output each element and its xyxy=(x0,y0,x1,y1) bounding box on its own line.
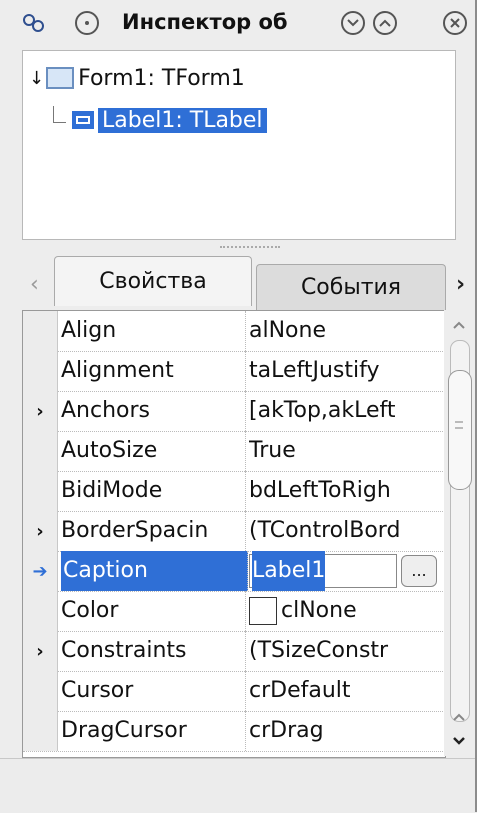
row-gutter xyxy=(23,431,58,471)
tree-item-label: Form1: TForm1 xyxy=(78,65,245,91)
property-row-color[interactable]: Color clNone xyxy=(23,591,445,632)
property-row-anchors[interactable]: › Anchors [akTop,akLeft xyxy=(23,391,445,432)
property-value[interactable]: bdLeftToRigh xyxy=(249,471,445,511)
tab-events[interactable]: События xyxy=(256,264,446,310)
tab-scroll-left-icon[interactable]: ‹ xyxy=(30,272,39,297)
property-row-constraints[interactable]: › Constraints (TSizeConstr xyxy=(23,631,445,672)
property-row-align[interactable]: Align alNone xyxy=(23,311,445,352)
property-row-caption[interactable]: ➔ Caption Label1 ... xyxy=(23,551,445,592)
splitter-handle[interactable] xyxy=(220,246,280,250)
caption-edit-field[interactable]: Label1 xyxy=(249,551,397,591)
row-gutter xyxy=(23,311,58,351)
property-row-borderspacing[interactable]: › BorderSpacin (TControlBord xyxy=(23,511,445,552)
minimize-circle-icon[interactable] xyxy=(72,8,102,38)
expand-arrow-icon[interactable]: › xyxy=(23,631,58,671)
tree-item-label1[interactable]: Label1: TLabel xyxy=(53,105,267,135)
row-gutter xyxy=(23,711,58,751)
row-gutter xyxy=(23,351,58,391)
tree-item-form1[interactable]: ↓ Form1: TForm1 xyxy=(29,63,245,93)
row-gutter xyxy=(23,671,58,711)
property-name: BidiMode xyxy=(61,471,246,511)
component-tree[interactable]: ↓ Form1: TForm1 Label1: TLabel xyxy=(22,50,456,240)
property-name: Alignment xyxy=(61,351,246,391)
property-row-autosize[interactable]: AutoSize True xyxy=(23,431,445,472)
property-name: BorderSpacin xyxy=(61,511,246,551)
scroll-up-icon[interactable] xyxy=(448,314,470,336)
caption-edit-text: Label1 xyxy=(252,551,326,591)
row-gutter xyxy=(23,591,58,631)
property-name: AutoSize xyxy=(61,431,246,471)
form-icon xyxy=(46,67,75,89)
property-row-bidimode[interactable]: BidiMode bdLeftToRigh xyxy=(23,471,445,512)
property-row-alignment[interactable]: Alignment taLeftJustify xyxy=(23,351,445,392)
status-bar xyxy=(0,758,475,813)
property-name: Align xyxy=(61,311,246,351)
current-row-arrow-icon: ➔ xyxy=(23,551,58,591)
chevron-down-icon[interactable] xyxy=(338,8,368,38)
property-value-editor[interactable]: Label1 ... xyxy=(249,551,445,591)
property-value[interactable]: crDrag xyxy=(249,711,445,751)
property-name: Cursor xyxy=(61,671,246,711)
title-bar: Инспектор об xyxy=(0,0,475,48)
tab-properties[interactable]: Свойства xyxy=(54,256,252,306)
property-name: DragCursor xyxy=(61,711,246,751)
property-value[interactable]: crDefault xyxy=(249,671,445,711)
property-value[interactable]: alNone xyxy=(249,311,445,351)
expand-arrow-icon[interactable]: › xyxy=(23,391,58,431)
tree-connector xyxy=(53,105,66,123)
close-icon[interactable] xyxy=(440,8,470,38)
property-value[interactable]: (TControlBord xyxy=(249,511,445,551)
property-name: Anchors xyxy=(61,391,246,431)
label-icon xyxy=(70,109,96,131)
row-gutter xyxy=(23,471,58,511)
tab-label: События xyxy=(300,275,402,300)
property-value[interactable]: (TSizeConstr xyxy=(249,631,445,671)
tree-item-label: Label1: TLabel xyxy=(98,107,267,133)
color-swatch xyxy=(249,597,277,625)
property-grid-scrollbar[interactable] xyxy=(444,310,474,756)
property-row-dragcursor[interactable]: DragCursor crDrag xyxy=(23,711,445,752)
chevron-up-icon[interactable] xyxy=(370,8,400,38)
tree-expand-icon[interactable]: ↓ xyxy=(29,68,44,89)
expand-arrow-icon[interactable]: › xyxy=(23,511,58,551)
property-row-cursor[interactable]: Cursor crDefault xyxy=(23,671,445,712)
property-name: Caption xyxy=(61,551,248,591)
property-value[interactable]: [akTop,akLeft xyxy=(249,391,445,431)
ellipsis-button[interactable]: ... xyxy=(401,555,437,587)
scroll-down-icon[interactable] xyxy=(448,730,470,752)
property-value[interactable]: clNone xyxy=(249,591,445,631)
object-inspector-window: Инспектор об ↓ Form1: TForm1 Label1: TLa… xyxy=(0,0,477,813)
color-value: clNone xyxy=(281,598,357,623)
settings-icon[interactable] xyxy=(18,8,48,38)
property-value[interactable]: True xyxy=(249,431,445,471)
scrollbar-thumb[interactable] xyxy=(448,370,472,490)
property-name: Constraints xyxy=(61,631,246,671)
tab-bar: ‹ Свойства События › xyxy=(0,252,475,310)
tab-label: Свойства xyxy=(99,269,207,294)
property-name: Color xyxy=(61,591,246,631)
tab-scroll-right-icon[interactable]: › xyxy=(456,272,465,297)
property-value[interactable]: taLeftJustify xyxy=(249,351,445,391)
property-grid[interactable]: Align alNone Alignment taLeftJustify › A… xyxy=(22,310,446,758)
scroll-up-small-icon[interactable] xyxy=(448,706,470,728)
